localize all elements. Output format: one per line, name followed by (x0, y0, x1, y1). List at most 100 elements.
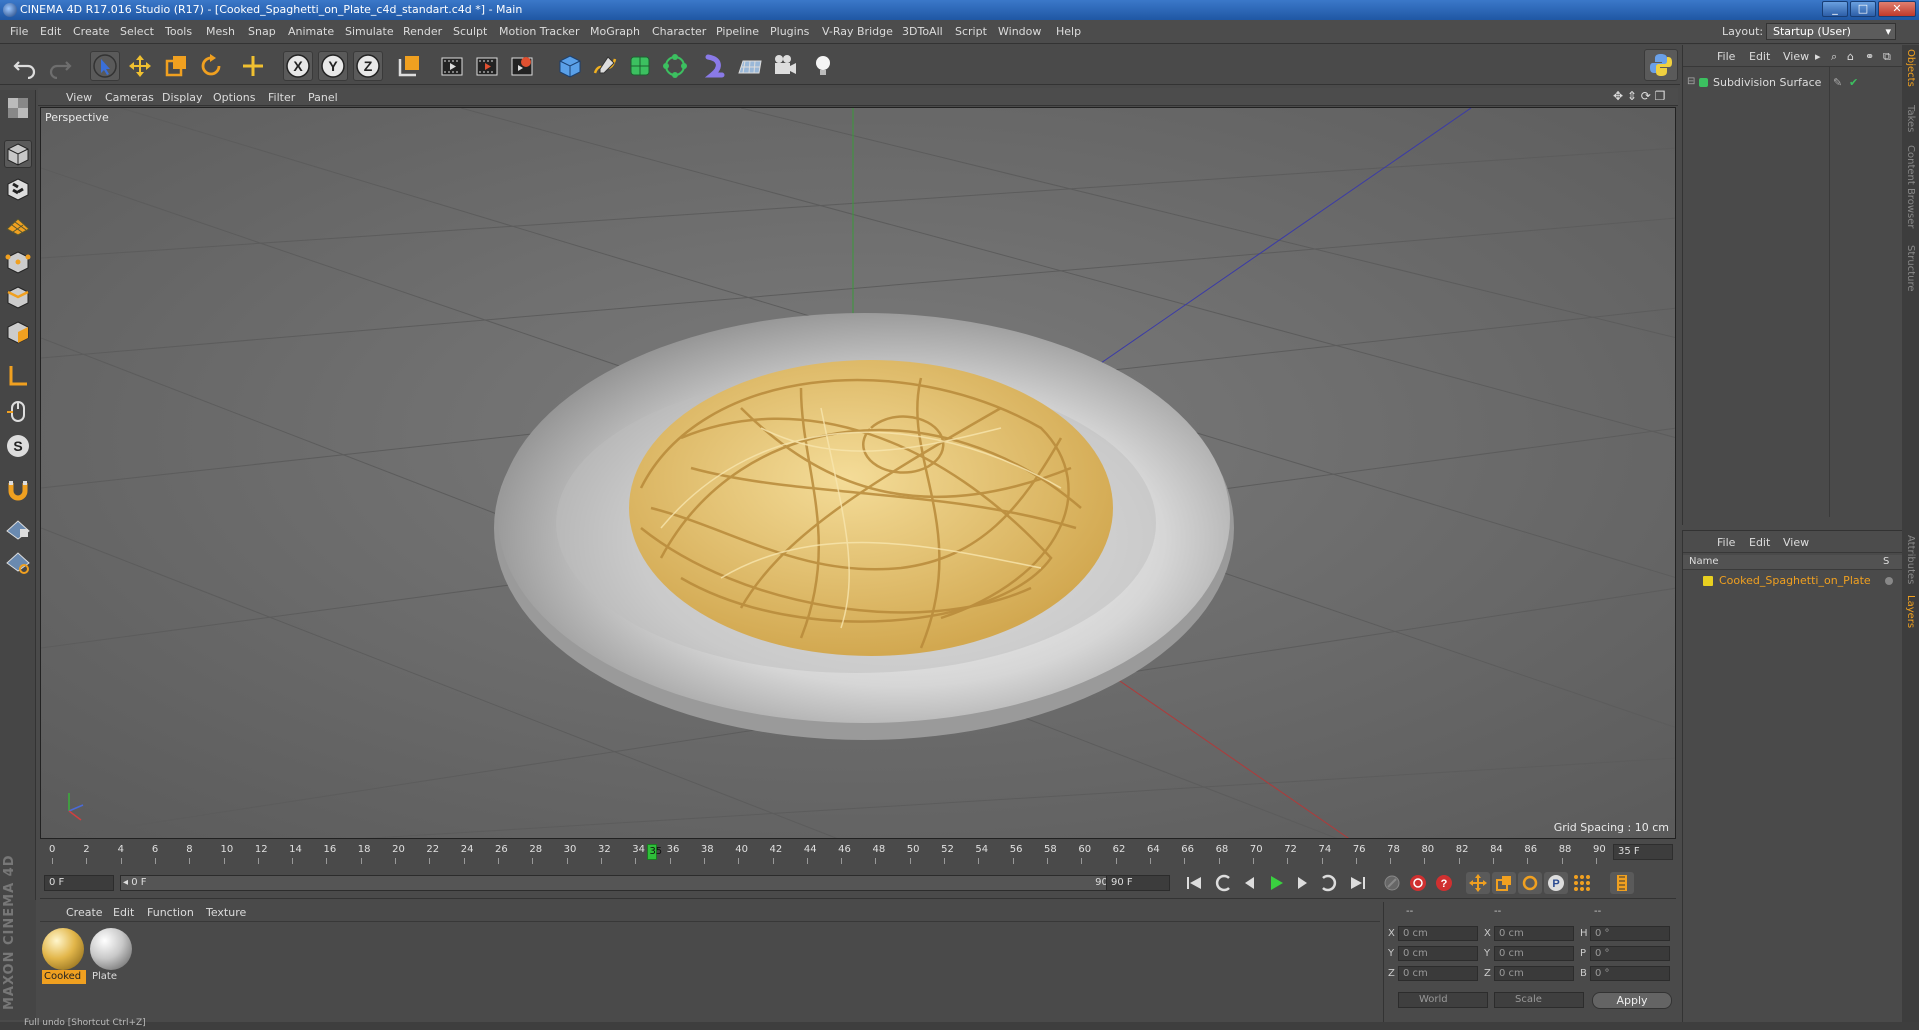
3d-viewport[interactable]: Perspective Grid Spacing : 10 cm (40, 107, 1676, 839)
coord-rot-p-field[interactable]: 0 ° (1590, 946, 1670, 961)
coord-rot-h-field[interactable]: 0 ° (1590, 926, 1670, 941)
coord-size-y-field[interactable]: 0 cm (1494, 946, 1574, 961)
edit-render-settings-button[interactable] (507, 51, 537, 81)
goto-start-button[interactable] (1182, 872, 1206, 894)
layer-row[interactable]: Cooked_Spaghetti_on_Plate (1683, 573, 1903, 589)
key-position-button[interactable] (1466, 872, 1490, 894)
goto-end-button[interactable] (1346, 872, 1370, 894)
snapping-button[interactable] (4, 476, 32, 504)
viewport-menu-options[interactable]: Options (213, 91, 255, 104)
workplane-mode-button[interactable] (4, 210, 32, 238)
add-subdivision-button[interactable] (625, 51, 655, 81)
render-to-picture-viewer-button[interactable] (472, 51, 502, 81)
coord-pos-x-field[interactable]: 0 cm (1398, 926, 1478, 941)
coord-rot-b-field[interactable]: 0 ° (1590, 966, 1670, 981)
add-camera-button[interactable] (770, 51, 800, 81)
goto-previous-key-button[interactable] (1212, 872, 1236, 894)
add-floor-button[interactable] (735, 51, 765, 81)
goto-previous-frame-button[interactable] (1238, 872, 1262, 894)
menu-file[interactable]: File (10, 25, 28, 38)
add-spline-button[interactable] (590, 51, 620, 81)
start-frame-field[interactable]: 0 F (44, 875, 114, 891)
menu-character[interactable]: Character (652, 25, 706, 38)
minimize-button[interactable]: _ (1822, 1, 1848, 17)
z-axis-button[interactable]: Z (353, 51, 383, 81)
expand-icon[interactable]: ⊟ (1687, 76, 1695, 87)
tweak-mode-button[interactable] (4, 397, 32, 425)
side-tab-layers[interactable]: Layers (1905, 595, 1916, 628)
key-point-level-button[interactable] (1570, 872, 1594, 894)
viewport-menu-display[interactable]: Display (162, 91, 203, 104)
menu-animate[interactable]: Animate (288, 25, 334, 38)
menu-plugins[interactable]: Plugins (770, 25, 809, 38)
add-deformer-button[interactable] (700, 51, 730, 81)
side-tab-structure[interactable]: Structure (1905, 245, 1916, 292)
goto-next-frame-button[interactable] (1290, 872, 1314, 894)
object-menu-file[interactable]: File (1717, 50, 1735, 63)
play-button[interactable] (1264, 872, 1288, 894)
menu-render[interactable]: Render (403, 25, 442, 38)
menu-sculpt[interactable]: Sculpt (453, 25, 487, 38)
keyframe-selection-button[interactable]: ? (1432, 872, 1456, 894)
object-row-subdivision-surface[interactable]: ⊟ Subdivision Surface ✎ ✔ (1683, 67, 1903, 517)
key-scale-button[interactable] (1492, 872, 1516, 894)
record-active-objects-button[interactable] (1380, 872, 1404, 894)
points-mode-button[interactable] (4, 248, 32, 276)
python-button[interactable] (1644, 49, 1678, 81)
frame-range-slider[interactable]: ◂ 0 F 90 F ▸ (120, 875, 1130, 891)
menu-mograph[interactable]: MoGraph (590, 25, 640, 38)
menu-script[interactable]: Script (955, 25, 987, 38)
menu-select[interactable]: Select (120, 25, 154, 38)
coord-size-x-field[interactable]: 0 cm (1494, 926, 1574, 941)
side-tab-attributes[interactable]: Attributes (1905, 535, 1916, 584)
axis-mode-button[interactable] (4, 362, 32, 390)
render-view-button[interactable] (437, 51, 467, 81)
material-menu-edit[interactable]: Edit (113, 906, 134, 919)
material-plate[interactable]: Plate (90, 928, 134, 986)
polygons-mode-button[interactable] (4, 318, 32, 346)
layout-dropdown[interactable]: Startup (User) ▾ (1766, 23, 1896, 40)
apply-button[interactable]: Apply (1592, 992, 1672, 1009)
planar-workplane-button[interactable] (4, 548, 32, 576)
solo-button[interactable]: S (4, 432, 32, 460)
link-icon[interactable]: ⚭ (1865, 50, 1874, 63)
object-menu-view[interactable]: View (1783, 50, 1809, 63)
timeline-layout-button[interactable] (1610, 872, 1634, 894)
coord-scale-dropdown[interactable]: Scale (1494, 992, 1584, 1008)
rotate-tool-button[interactable] (196, 51, 226, 81)
move-tool-button[interactable] (125, 51, 155, 81)
add-array-button[interactable] (660, 51, 690, 81)
edit-tag-icon[interactable]: ✎ (1833, 76, 1842, 89)
new-window-icon[interactable]: ⧉ (1883, 50, 1891, 64)
menu-snap[interactable]: Snap (248, 25, 276, 38)
autokeying-button[interactable] (1406, 872, 1430, 894)
menu-create[interactable]: Create (73, 25, 110, 38)
viewport-menu-cameras[interactable]: Cameras (105, 91, 154, 104)
coord-mode-dropdown[interactable]: World (1398, 992, 1488, 1008)
make-editable-button[interactable] (4, 94, 32, 122)
menu-window[interactable]: Window (998, 25, 1041, 38)
add-cube-button[interactable] (555, 51, 585, 81)
coord-size-z-field[interactable]: 0 cm (1494, 966, 1574, 981)
layer-menu-file[interactable]: File (1717, 536, 1735, 549)
goto-next-key-button[interactable] (1316, 872, 1340, 894)
key-parameter-button[interactable]: P (1544, 872, 1568, 894)
timeline-ruler[interactable]: 0 2 4 6 8 10 12 14 16 18 20 22 24 26 28 30 32 34 36 38 40 42 4… (40, 842, 1676, 864)
add-light-button[interactable] (808, 51, 838, 81)
scale-tool-button[interactable] (161, 51, 191, 81)
menu-vray-bridge[interactable]: V-Ray Bridge (822, 25, 893, 38)
live-selection-button[interactable] (90, 51, 120, 81)
check-icon[interactable]: ✔ (1849, 76, 1858, 89)
viewport-menu-view[interactable]: View (66, 91, 92, 104)
end-frame-field[interactable]: 90 F (1106, 875, 1170, 891)
redo-button[interactable] (45, 51, 75, 81)
close-button[interactable]: ✕ (1878, 1, 1916, 17)
model-mode-button[interactable] (4, 140, 32, 168)
menu-pipeline[interactable]: Pipeline (716, 25, 759, 38)
menu-help[interactable]: Help (1056, 25, 1081, 38)
home-icon[interactable]: ⌂ (1847, 50, 1854, 63)
object-menu-edit[interactable]: Edit (1749, 50, 1770, 63)
menu-tools[interactable]: Tools (165, 25, 192, 38)
menu-simulate[interactable]: Simulate (345, 25, 394, 38)
side-tab-objects[interactable]: Objects (1905, 49, 1916, 87)
